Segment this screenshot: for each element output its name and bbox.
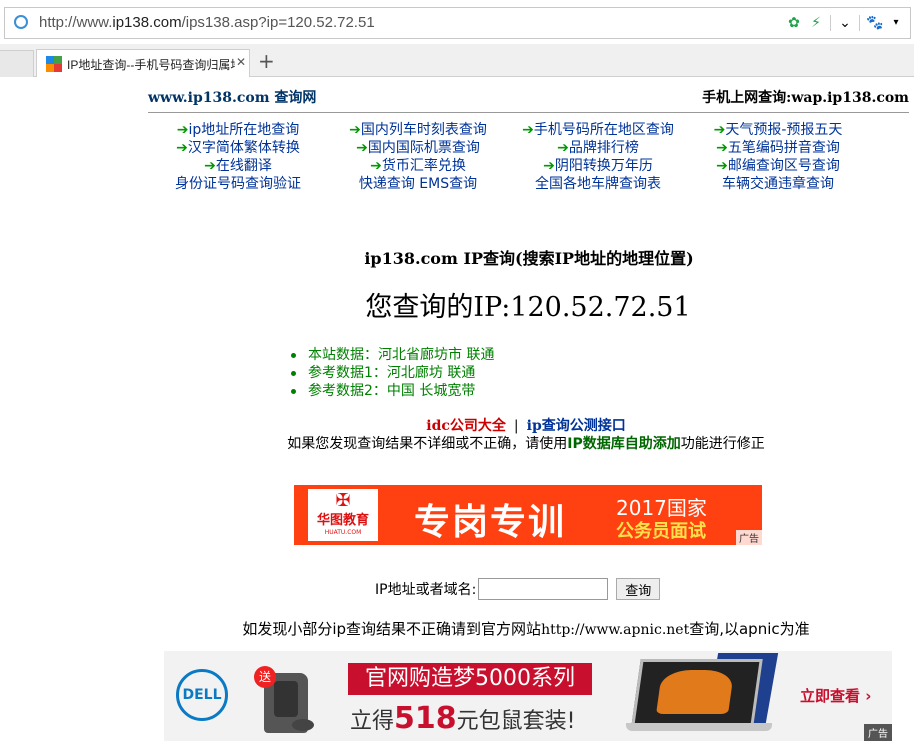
notice-text-end: 功能进行修正 — [680, 436, 765, 452]
ad-banner-huatu[interactable]: ✠ 华图教育 HUATU.COM 专岗专训 2017国家 公务员面试 广告 — [294, 485, 762, 545]
dropdown-icon[interactable]: ⌄ — [830, 15, 853, 31]
ad-tag: 广告 — [736, 530, 762, 545]
nav-row: ➔ip地址所在地查询 ➔国内列车时刻表查询 ➔手机号码所在地区查询 ➔天气预报-… — [148, 121, 909, 139]
view-now-link[interactable]: 立即查看 › — [800, 685, 871, 706]
nav-link[interactable]: ➔在线翻译 — [148, 157, 328, 175]
api-link[interactable]: ip查询公测接口 — [527, 418, 626, 434]
site-header: www.ip138.com 查询网 手机上网查询:wap.ip138.com — [148, 86, 909, 113]
result-item: 参考数据2：中国 长城宽带 — [289, 382, 494, 400]
nav-row: ➔汉字简体繁体转换 ➔国内国际机票查询 ➔品牌排行榜 ➔五笔编码拼音查询 — [148, 139, 909, 157]
nav-link[interactable]: 车辆交通违章查询 — [688, 175, 868, 193]
ip-search-form: IP地址或者域名: 查询 — [375, 578, 661, 600]
nav-link[interactable]: ➔国内列车时刻表查询 — [328, 121, 508, 139]
nav-row: 身份证号码查询验证 快递查询 EMS查询 全国各地车牌查询表 车辆交通违章查询 — [148, 175, 909, 193]
queried-ip: 您查询的IP:120.52.72.51 — [365, 292, 691, 323]
lightning-icon[interactable]: ⚡ — [808, 15, 824, 31]
ad-banner-dell[interactable]: DELL 送 官网购造梦5000系列 立得518元包鼠套装! 立即查看 › 广告 — [164, 651, 892, 741]
ad-promo: 立得518元包鼠套装! — [350, 701, 576, 736]
nav-link[interactable]: ➔手机号码所在地区查询 — [508, 121, 688, 139]
tab-close-icon[interactable]: ✕ — [236, 55, 246, 69]
extra-links: idc公司大全 | ip查询公测接口 — [0, 415, 914, 435]
nav-link[interactable]: ➔阴阳转换万年历 — [508, 157, 688, 175]
query-button[interactable]: 查询 — [616, 578, 661, 600]
page-heading: ip138.com IP查询(搜索IP地址的地理位置) — [364, 249, 694, 268]
compat-icon[interactable]: ✿ — [786, 15, 802, 31]
nav-link[interactable]: 全国各地车牌查询表 — [508, 175, 688, 193]
result-item: 参考数据1：河北廊坊 联通 — [289, 364, 494, 382]
site-favicon-icon — [46, 56, 62, 72]
chevron-down-icon[interactable]: ▾ — [888, 15, 904, 31]
apnic-notice: 如发现小部分ip查询结果不正确请到官方网站http://www.apnic.ne… — [0, 618, 914, 639]
nav-links: ➔ip地址所在地查询 ➔国内列车时刻表查询 ➔手机号码所在地区查询 ➔天气预报-… — [148, 121, 909, 193]
huatu-logo: ✠ 华图教育 HUATU.COM — [308, 489, 378, 541]
gift-badge: 送 — [254, 666, 276, 688]
nav-link[interactable]: ➔国内国际机票查询 — [328, 139, 508, 157]
search-label: IP地址或者域名: — [375, 582, 477, 598]
nav-link[interactable]: ➔邮编查询区号查询 — [688, 157, 868, 175]
tab-title: IP地址查询--手机号码查询归属地 — [67, 58, 235, 72]
notice-text: 如果您发现查询结果不详细或不正确，请使用 — [287, 436, 568, 452]
address-bar[interactable]: http://www.ip138.com/ips138.asp?ip=120.5… — [4, 7, 911, 39]
url-text[interactable]: http://www.ip138.com/ips138.asp?ip=120.5… — [39, 14, 375, 31]
browser-toolbar: http://www.ip138.com/ips138.asp?ip=120.5… — [0, 0, 914, 45]
ad-headline: 专岗专训 — [414, 502, 567, 543]
backpack-detail — [274, 681, 298, 717]
nav-link[interactable]: ➔ip地址所在地查询 — [148, 121, 328, 139]
nav-link[interactable]: 身份证号码查询验证 — [148, 175, 328, 193]
nav-link[interactable]: ➔五笔编码拼音查询 — [688, 139, 868, 157]
result-list: 本站数据：河北省廊坊市 联通 参考数据1：河北廊坊 联通 参考数据2：中国 长城… — [289, 346, 494, 400]
nav-link[interactable]: ➔汉字简体繁体转换 — [148, 139, 328, 157]
laptop-image — [626, 657, 772, 735]
new-tab-button[interactable]: + — [258, 51, 275, 71]
ad-banner-title: 官网购造梦5000系列 — [348, 663, 592, 695]
db-selfadd-link[interactable]: IP数据库自助添加 — [567, 436, 680, 452]
logo-sub: HUATU.COM — [324, 529, 362, 536]
nav-link[interactable]: ➔天气预报-预报五天 — [688, 121, 868, 139]
tab-strip-left[interactable] — [0, 50, 34, 77]
tab-bar: IP地址查询--手机号码查询归属地 ✕ + — [0, 44, 914, 77]
result-item: 本站数据：河北省廊坊市 联通 — [289, 346, 494, 364]
link-separator: | — [513, 418, 519, 434]
ad-subline2: 公务员面试 — [616, 521, 706, 542]
nav-row: ➔在线翻译 ➔货币汇率兑换 ➔阴阳转换万年历 ➔邮编查询区号查询 — [148, 157, 909, 175]
apnic-text-end: 查询,以apnic为准 — [689, 620, 810, 638]
apnic-text: 如发现小部分ip查询结果不正确请到官方网站 — [242, 620, 542, 638]
ad-tag: 广告 — [864, 724, 892, 741]
logo-text: 华图教育 — [316, 513, 369, 528]
logo-mark-icon: ✠ — [335, 490, 351, 511]
wap-link[interactable]: 手机上网查询:wap.ip138.com — [702, 87, 909, 107]
site-title-link[interactable]: www.ip138.com 查询网 — [148, 87, 316, 107]
paw-icon[interactable]: 🐾 — [859, 15, 883, 31]
ip-search-input[interactable] — [478, 578, 609, 600]
nav-link[interactable]: ➔品牌排行榜 — [508, 139, 688, 157]
nav-link[interactable]: 快递查询 EMS查询 — [328, 175, 508, 193]
tab-active[interactable]: IP地址查询--手机号码查询归属地 ✕ — [36, 49, 250, 77]
globe-icon — [14, 15, 28, 29]
nav-link[interactable]: ➔货币汇率兑换 — [328, 157, 508, 175]
correction-notice: 如果您发现查询结果不详细或不正确，请使用IP数据库自助添加功能进行修正 — [0, 433, 914, 453]
dell-logo: DELL — [176, 669, 228, 721]
apnic-link[interactable]: http://www.apnic.net — [541, 622, 689, 638]
idc-link[interactable]: idc公司大全 — [426, 418, 506, 434]
mouse-image — [292, 719, 314, 731]
